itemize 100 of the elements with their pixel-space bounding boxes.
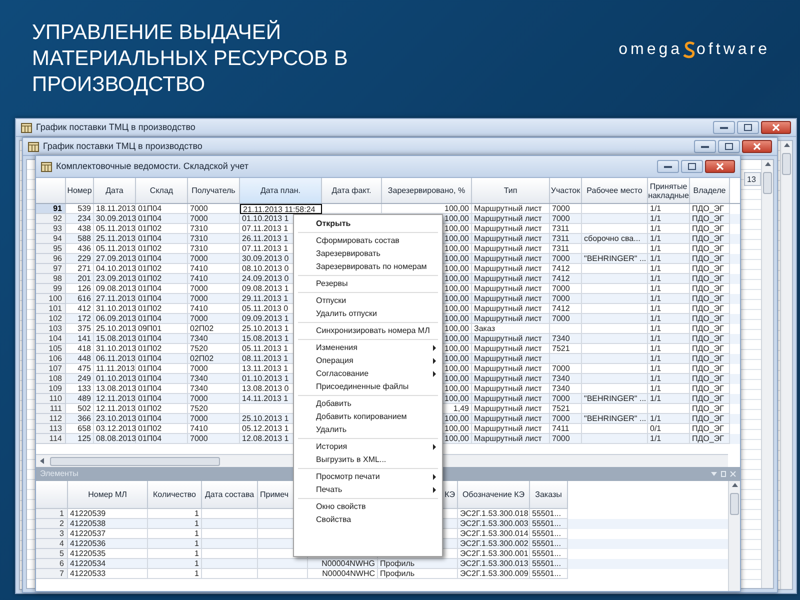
column-header[interactable]: Принятые накладные bbox=[648, 178, 690, 203]
table-cell: N00004NWHC bbox=[308, 569, 378, 579]
window-title: Комплектовочные ведомости. Складской учет bbox=[56, 160, 248, 173]
minimize-icon bbox=[664, 165, 672, 168]
maximize-button[interactable] bbox=[681, 160, 703, 173]
row-number-cell: 113 bbox=[36, 424, 66, 434]
row-number-cell: 108 bbox=[36, 374, 66, 384]
scroll-up-icon[interactable] bbox=[784, 143, 790, 147]
column-header[interactable]: Получатель bbox=[188, 178, 240, 203]
maximize-icon bbox=[744, 124, 752, 131]
column-header[interactable]: Количество bbox=[148, 481, 202, 509]
scroll-thumb[interactable] bbox=[730, 493, 739, 515]
row-number-cell: 105 bbox=[36, 344, 66, 354]
close-icon bbox=[772, 124, 780, 131]
table-cell: ЭС2Г.1.53.300.009 bbox=[458, 569, 530, 579]
table-cell: ПДО_ЭГ bbox=[690, 434, 730, 444]
submenu-arrow-icon bbox=[433, 474, 436, 480]
column-header[interactable]: Дата bbox=[94, 178, 136, 203]
column-header[interactable]: Тип bbox=[472, 178, 550, 203]
column-header[interactable]: Участок bbox=[550, 178, 582, 203]
table-cell: 125 bbox=[66, 434, 94, 444]
column-header[interactable]: Дата состава bbox=[202, 481, 258, 509]
column-header: 13 bbox=[744, 172, 761, 186]
table-cell: 21.11.2013 11:58:24 bbox=[240, 204, 322, 214]
scroll-thumb[interactable] bbox=[763, 172, 772, 194]
row-number-cell: 3 bbox=[36, 529, 68, 539]
logo-text: omega bbox=[618, 40, 683, 60]
column-header[interactable]: Номер МЛ bbox=[68, 481, 148, 509]
row-number-cell: 100 bbox=[36, 294, 66, 304]
row-number-cell: 103 bbox=[36, 324, 66, 334]
row-number-cell: 107 bbox=[36, 364, 66, 374]
table-row[interactable]: 6 41220534 1 N00004NWHG Профиль ЭС2Г.1.53.300.013 55501... bbox=[36, 559, 728, 569]
scroll-thumb[interactable] bbox=[782, 153, 791, 175]
table-row[interactable]: 91 539 18.11.2013 01П04 7000 21.11.2013 11:58:24 100,00 Маршрутный лист 7000 1/1 ПДО_ЭГ bbox=[36, 204, 740, 214]
window-title: График поставки ТМЦ в производство bbox=[36, 120, 196, 134]
minimize-icon bbox=[701, 145, 709, 148]
table-icon bbox=[28, 142, 39, 152]
row-number-cell: 4 bbox=[36, 539, 68, 549]
row-number-cell: 6 bbox=[36, 559, 68, 569]
row-number-cell: 95 bbox=[36, 244, 66, 254]
submenu-arrow-icon bbox=[433, 370, 436, 376]
row-number-cell: 97 bbox=[36, 264, 66, 274]
column-header[interactable]: Обозначение КЭ bbox=[458, 481, 530, 509]
row-number-cell: 2 bbox=[36, 519, 68, 529]
maximize-button[interactable] bbox=[718, 140, 740, 153]
row-number-cell: 110 bbox=[36, 394, 66, 404]
table-cell: Профиль bbox=[378, 569, 458, 579]
close-button[interactable] bbox=[705, 160, 735, 173]
row-number-cell: 96 bbox=[36, 254, 66, 264]
submenu-arrow-icon bbox=[433, 486, 436, 492]
column-header[interactable]: Заказы bbox=[530, 481, 568, 509]
menu-item[interactable]: Просмотр печати bbox=[294, 470, 442, 483]
scroll-up-icon[interactable] bbox=[732, 483, 738, 487]
submenu-arrow-icon bbox=[433, 344, 436, 350]
table-cell: 7000 bbox=[188, 434, 240, 444]
row-number-cell: 93 bbox=[36, 224, 66, 234]
minimize-icon bbox=[720, 126, 728, 129]
column-header[interactable]: Дата план. bbox=[240, 178, 322, 203]
menu-item[interactable]: Свойства bbox=[294, 513, 442, 526]
row-number-cell: 91 bbox=[36, 204, 66, 214]
panel-title: Элементы bbox=[40, 468, 78, 480]
column-header[interactable]: Зарезервировано, % bbox=[382, 178, 472, 203]
column-header[interactable]: Рабочее место bbox=[582, 178, 648, 203]
row-number-cell: 102 bbox=[36, 314, 66, 324]
slide-title: УПРАВЛЕНИЕ ВЫДАЧЕЙ МАТЕРИАЛЬНЫХ РЕСУРСОВ В ПРОИЗВОДСТВО bbox=[32, 20, 349, 98]
row-number-cell: 98 bbox=[36, 274, 66, 284]
table-cell: 08.08.2013 bbox=[94, 434, 136, 444]
maximize-icon bbox=[688, 163, 696, 170]
row-number-cell: 109 bbox=[36, 384, 66, 394]
column-header[interactable]: Склад bbox=[136, 178, 188, 203]
row-number-cell: 7 bbox=[36, 569, 68, 579]
scroll-left-icon[interactable] bbox=[40, 458, 44, 464]
minimize-button[interactable] bbox=[694, 140, 716, 153]
close-button[interactable] bbox=[742, 140, 772, 153]
minimize-button[interactable] bbox=[657, 160, 679, 173]
row-number-cell: 114 bbox=[36, 434, 66, 444]
column-header[interactable]: Номер bbox=[66, 178, 94, 203]
menu-item[interactable]: Выгрузить в XML... bbox=[294, 453, 442, 466]
minimize-button[interactable] bbox=[713, 121, 735, 134]
close-button[interactable] bbox=[761, 121, 791, 134]
column-header[interactable]: Владеле bbox=[690, 178, 730, 203]
table-cell: 41220533 bbox=[68, 569, 148, 579]
row-number-cell: 104 bbox=[36, 334, 66, 344]
table-cell: 1 bbox=[148, 569, 202, 579]
table-cell: 1/1 bbox=[648, 434, 690, 444]
maximize-button[interactable] bbox=[737, 121, 759, 134]
row-number-cell: 94 bbox=[36, 234, 66, 244]
submenu-arrow-icon bbox=[433, 444, 436, 450]
scroll-thumb[interactable] bbox=[50, 456, 220, 466]
header-corner-cell bbox=[36, 178, 66, 203]
scroll-up-icon[interactable] bbox=[764, 162, 770, 166]
close-icon bbox=[716, 163, 724, 170]
row-number-cell: 1 bbox=[36, 509, 68, 519]
window-title: График поставки ТМЦ в производство bbox=[43, 140, 202, 153]
column-header[interactable]: Дата факт. bbox=[322, 178, 382, 203]
table-cell: Маршрутный лист bbox=[472, 434, 550, 444]
row-number-cell: 92 bbox=[36, 214, 66, 224]
close-icon bbox=[753, 143, 761, 150]
table-icon bbox=[21, 122, 32, 132]
row-number-cell: 112 bbox=[36, 414, 66, 424]
